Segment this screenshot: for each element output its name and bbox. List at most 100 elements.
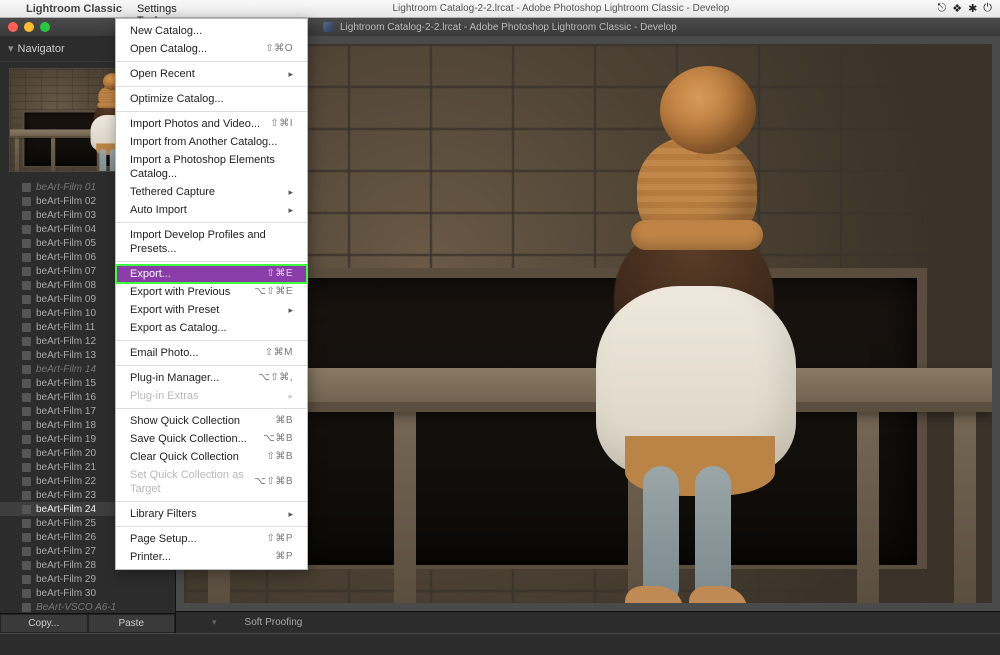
preset-label: beArt-Film 12 <box>36 336 96 347</box>
preset-thumb-icon <box>22 463 31 472</box>
preset-label: beArt-Film 24 <box>36 504 96 515</box>
preset-label: beArt-Film 14 <box>36 364 96 375</box>
menu-separator <box>116 61 307 62</box>
menu-item-label: Library Filters <box>130 507 197 521</box>
preset-thumb-icon <box>22 533 31 542</box>
status-icon[interactable]: ⏻ <box>983 2 992 15</box>
close-icon[interactable] <box>8 22 18 32</box>
menu-item-import-from-another-catalog[interactable]: Import from Another Catalog... <box>116 133 307 151</box>
menu-shortcut: ⇧⌘O <box>265 42 293 56</box>
menu-item-save-quick-collection[interactable]: Save Quick Collection...⌥⌘B <box>116 430 307 448</box>
copy-button[interactable]: Copy... <box>0 614 88 633</box>
preset-label: beArt-Film 19 <box>36 434 96 445</box>
preset-thumb-icon <box>22 295 31 304</box>
menubar-center-title: Lightroom Catalog-2-2.lrcat - Adobe Phot… <box>184 3 937 14</box>
menu-item-export-with-preset[interactable]: Export with Preset <box>116 301 307 319</box>
preset-label: beArt-Film 03 <box>36 210 96 221</box>
zoom-icon[interactable] <box>40 22 50 32</box>
menu-item-auto-import[interactable]: Auto Import <box>116 201 307 219</box>
panel-footer: Copy... Paste <box>0 613 175 633</box>
menu-separator <box>116 222 307 223</box>
preset-thumb-icon <box>22 211 31 220</box>
preset-label: beArt-Film 28 <box>36 560 96 571</box>
app-name[interactable]: Lightroom Classic <box>18 3 130 15</box>
preset-label: beArt-Film 01 <box>36 182 96 193</box>
menu-settings[interactable]: Settings <box>130 3 184 15</box>
menu-item-label: Export as Catalog... <box>130 321 227 335</box>
preset-thumb-icon <box>22 379 31 388</box>
preset-row[interactable]: beArt-Film 30 <box>0 586 175 600</box>
minimize-icon[interactable] <box>24 22 34 32</box>
menu-item-library-filters[interactable]: Library Filters <box>116 505 307 523</box>
preset-label: beArt-Film 11 <box>36 322 95 333</box>
menu-shortcut: ⇧⌘M <box>265 346 293 360</box>
preset-thumb-icon <box>22 281 31 290</box>
mac-menubar: Lightroom Classic FileEditDevelopPhotoSe… <box>0 0 1000 18</box>
preset-row[interactable]: beArt-Film 29 <box>0 572 175 586</box>
menu-item-email-photo[interactable]: Email Photo... ⇧⌘M <box>116 344 307 362</box>
menu-item-export-as-catalog[interactable]: Export as Catalog... <box>116 319 307 337</box>
preset-thumb-icon <box>22 337 31 346</box>
menu-item-label: Tethered Capture <box>130 185 215 199</box>
preset-label: BeArt-VSCO A6-1 <box>36 602 116 613</box>
menu-item-tethered-capture[interactable]: Tethered Capture <box>116 183 307 201</box>
traffic-lights[interactable] <box>0 22 50 32</box>
preset-label: beArt-Film 06 <box>36 252 96 263</box>
paste-button[interactable]: Paste <box>88 614 176 633</box>
menu-item-label: Export with Previous <box>130 285 230 299</box>
menu-separator <box>116 408 307 409</box>
menu-item-plug-in-manager[interactable]: Plug-in Manager...⌥⇧⌘, <box>116 369 307 387</box>
window-title: Lightroom Catalog-2-2.lrcat - Adobe Phot… <box>323 22 677 33</box>
preset-label: beArt-Film 21 <box>36 462 96 473</box>
menu-item-plug-in-extras: Plug-in Extras <box>116 387 307 405</box>
menu-item-label: Email Photo... <box>130 346 198 360</box>
preset-thumb-icon <box>22 603 31 612</box>
preset-thumb-icon <box>22 225 31 234</box>
menu-item-export[interactable]: Export...⇧⌘E <box>116 265 307 283</box>
menu-item-clear-quick-collection[interactable]: Clear Quick Collection⇧⌘B <box>116 448 307 466</box>
status-icon[interactable]: ✱ <box>968 2 977 15</box>
menu-item-label: Open Catalog... <box>130 42 207 56</box>
menu-item-open-catalog[interactable]: Open Catalog... ⇧⌘O <box>116 40 307 58</box>
preset-thumb-icon <box>22 197 31 206</box>
menu-shortcut: ⌥⇧⌘, <box>258 371 293 385</box>
preset-thumb-icon <box>22 309 31 318</box>
menu-item-open-recent[interactable]: Open Recent <box>116 65 307 83</box>
preset-thumb-icon <box>22 323 31 332</box>
preset-label: beArt-Film 02 <box>36 196 96 207</box>
preset-thumb-icon <box>22 547 31 556</box>
menu-item-optimize-catalog[interactable]: Optimize Catalog... <box>116 90 307 108</box>
develop-toolbar: ▾ Soft Proofing <box>176 611 1000 633</box>
menu-separator <box>116 365 307 366</box>
menu-shortcut: ⇧⌘B <box>266 450 293 464</box>
menu-item-import-a-photoshop-elements-catalog[interactable]: Import a Photoshop Elements Catalog... <box>116 151 307 183</box>
preset-thumb-icon <box>22 519 31 528</box>
preset-label: beArt-Film 20 <box>36 448 96 459</box>
menu-item-printer[interactable]: Printer...⌘P <box>116 548 307 566</box>
preset-thumb-icon <box>22 449 31 458</box>
menu-item-import-photos-and-video[interactable]: Import Photos and Video...⇧⌘I <box>116 115 307 133</box>
menu-shortcut: ⇧⌘E <box>266 267 293 281</box>
preset-thumb-icon <box>22 575 31 584</box>
menu-item-show-quick-collection[interactable]: Show Quick Collection⌘B <box>116 412 307 430</box>
status-icon[interactable]: ❖ <box>952 2 962 15</box>
menu-item-new-catalog[interactable]: New Catalog... <box>116 22 307 40</box>
chevron-down-icon[interactable]: ▾ <box>212 617 217 628</box>
menu-shortcut: ⇧⌘I <box>270 117 293 131</box>
preset-row[interactable]: BeArt-VSCO A6-1 <box>0 600 175 613</box>
file-menu: New Catalog... Open Catalog... ⇧⌘O Open Rec… <box>115 18 308 570</box>
status-icon[interactable]: ⎋ <box>938 2 947 15</box>
menu-item-page-setup[interactable]: Page Setup...⇧⌘P <box>116 530 307 548</box>
menu-shortcut: ⌘B <box>275 414 293 428</box>
preset-thumb-icon <box>22 239 31 248</box>
preset-thumb-icon <box>22 505 31 514</box>
menu-item-import-develop-profiles-and-presets[interactable]: Import Develop Profiles and Presets... <box>116 226 307 258</box>
soft-proofing-label: Soft Proofing <box>245 617 303 628</box>
filmstrip-collapsed[interactable] <box>0 633 1000 655</box>
preset-label: beArt-Film 30 <box>36 588 96 599</box>
menu-item-export-with-previous[interactable]: Export with Previous⌥⇧⌘E <box>116 283 307 301</box>
preset-label: beArt-Film 27 <box>36 546 96 557</box>
preset-label: beArt-Film 05 <box>36 238 96 249</box>
menu-item-label: Import from Another Catalog... <box>130 135 277 149</box>
menu-item-label: Set Quick Collection as Target <box>130 468 254 496</box>
